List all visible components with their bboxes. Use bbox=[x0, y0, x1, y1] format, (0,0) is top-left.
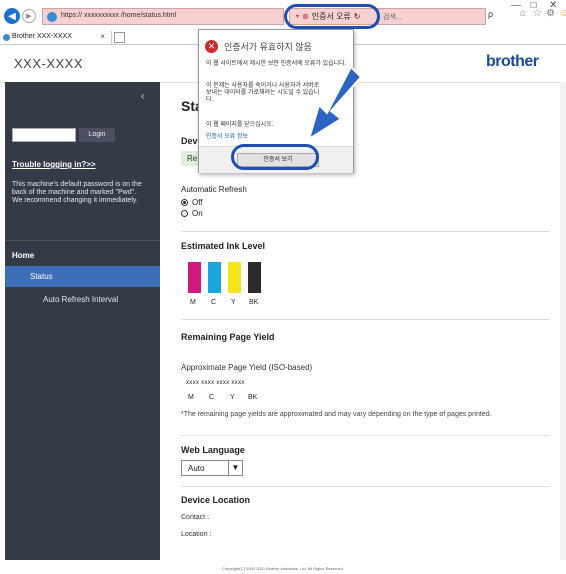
login-button[interactable]: Login bbox=[79, 128, 115, 142]
scrollbar[interactable] bbox=[560, 82, 566, 560]
ink-label: Y bbox=[231, 299, 236, 306]
sidebar-item-status[interactable]: Status bbox=[5, 266, 160, 287]
radio-checked-icon bbox=[181, 199, 188, 206]
tab-close-icon[interactable]: × bbox=[100, 32, 105, 41]
highlight-ring bbox=[231, 144, 319, 170]
sidebar-item-auto-refresh-interval[interactable]: Auto Refresh Interval bbox=[43, 295, 118, 304]
back-arrow-icon: ◀ bbox=[8, 10, 16, 22]
ink-bar-bk bbox=[248, 262, 261, 293]
forward-arrow-icon: ▶ bbox=[26, 13, 32, 20]
divider bbox=[181, 486, 550, 487]
popup-message: 이 웹 페이지를 닫으십시오. bbox=[206, 122, 274, 128]
yield-col-label: Y bbox=[230, 394, 235, 401]
default-password-note: This machine's default password is on th… bbox=[12, 181, 142, 204]
sidebar: ‹ Login Trouble logging in?>> This machi… bbox=[5, 82, 160, 560]
site-icon bbox=[47, 12, 57, 22]
tab-favicon-icon bbox=[3, 34, 10, 41]
new-tab-button[interactable] bbox=[114, 32, 125, 43]
ink-label: C bbox=[211, 299, 217, 306]
copyright-footer: Copyright(C) 2000-2021 Brother Industrie… bbox=[222, 566, 344, 571]
radio-off[interactable]: Off bbox=[181, 198, 203, 207]
address-url: https:// xxxxxxxxxx /home/status.html bbox=[61, 12, 177, 19]
language-value: Auto bbox=[188, 464, 205, 473]
divider bbox=[181, 319, 550, 320]
divider bbox=[5, 240, 160, 241]
error-icon: ✕ bbox=[205, 40, 218, 53]
ink-level-heading: Estimated Ink Level bbox=[181, 241, 266, 251]
brand-logo: brother bbox=[486, 53, 539, 70]
address-search-field[interactable]: 검색... bbox=[378, 8, 486, 25]
yield-col-label: C bbox=[209, 394, 215, 401]
collapse-sidebar-icon[interactable]: ‹ bbox=[141, 91, 144, 102]
ink-label: M bbox=[190, 299, 196, 306]
ink-bar-y bbox=[228, 262, 241, 293]
certificate-error-info-link[interactable]: 인증서 오류 정보 bbox=[206, 131, 248, 140]
maximize-button[interactable]: ☐ bbox=[530, 1, 537, 10]
address-bar[interactable]: https:// xxxxxxxxxx /home/status.html bbox=[42, 8, 284, 25]
yield-values: xxxx xxxx xxxx xxxx bbox=[186, 380, 245, 386]
smiley-icon[interactable]: ☺ bbox=[559, 8, 566, 19]
forward-button[interactable]: ▶ bbox=[22, 9, 36, 23]
divider bbox=[181, 435, 550, 436]
pointer-arrow-icon bbox=[307, 65, 363, 142]
close-window-button[interactable]: ✕ bbox=[549, 0, 557, 11]
yield-col-label: M bbox=[188, 394, 194, 401]
search-icon[interactable]: ρ bbox=[488, 9, 493, 19]
radio-on-label: On bbox=[192, 209, 203, 218]
web-language-heading: Web Language bbox=[181, 445, 245, 455]
contact-label: Contact : bbox=[181, 514, 210, 521]
tab-title: Brother XXX-XXXX bbox=[12, 33, 72, 40]
back-button[interactable]: ◀ bbox=[4, 8, 20, 24]
sidebar-item-home[interactable]: Home bbox=[12, 251, 34, 260]
popup-title: 인증서가 유효하지 않음 bbox=[224, 42, 312, 52]
browser-tab[interactable]: Brother XXX-XXXX × bbox=[2, 31, 112, 44]
approx-yield-label: Approximate Page Yield (ISO-based) bbox=[181, 363, 313, 372]
radio-unchecked-icon bbox=[181, 210, 188, 217]
ink-bar-m bbox=[188, 262, 201, 293]
divider bbox=[181, 231, 550, 232]
yield-col-label: BK bbox=[248, 394, 258, 401]
location-label: Location : bbox=[181, 531, 212, 538]
password-input[interactable] bbox=[12, 128, 76, 142]
highlight-ring bbox=[284, 4, 380, 29]
trouble-logging-in-link[interactable]: Trouble logging in?>> bbox=[12, 160, 96, 169]
radio-on[interactable]: On bbox=[181, 209, 203, 218]
minimize-button[interactable]: — bbox=[511, 0, 521, 11]
ink-bar-c bbox=[208, 262, 221, 293]
sidebar-item-label: Status bbox=[30, 272, 53, 281]
page-yield-heading: Remaining Page Yield bbox=[181, 332, 275, 342]
web-language-select[interactable]: Auto ▼ bbox=[181, 460, 243, 476]
chevron-down-icon: ▼ bbox=[228, 461, 242, 475]
ink-label: BK bbox=[249, 299, 259, 306]
radio-off-label: Off bbox=[192, 198, 203, 207]
device-location-heading: Device Location bbox=[181, 495, 251, 505]
model-name: XXX-XXXX bbox=[14, 56, 84, 71]
auto-refresh-label: Automatic Refresh bbox=[181, 185, 247, 194]
yield-note: *The remaining page yields are approxima… bbox=[181, 411, 492, 418]
